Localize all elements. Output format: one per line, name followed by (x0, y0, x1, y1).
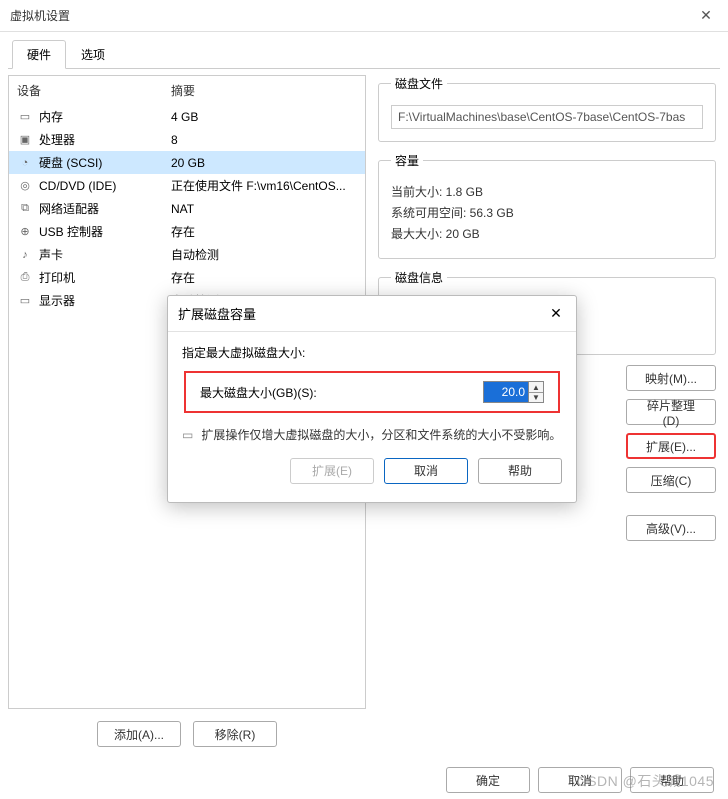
device-row[interactable]: ⎙ 打印机存在 (9, 266, 365, 289)
expand-dialog: 扩展磁盘容量 ✕ 指定最大虚拟磁盘大小: 最大磁盘大小(GB)(S): ▲ ▼ … (167, 295, 577, 503)
dialog-size-label: 最大磁盘大小(GB)(S): (200, 384, 317, 401)
disk-info-legend: 磁盘信息 (391, 269, 447, 286)
device-label: 内存 (39, 108, 171, 125)
device-label: 打印机 (39, 269, 171, 286)
size-spinner[interactable]: ▲ ▼ (483, 381, 544, 403)
tab-options[interactable]: 选项 (66, 40, 120, 69)
device-icon: ⊕ (17, 225, 33, 239)
dialog-title: 扩展磁盘容量 (178, 304, 546, 323)
device-label: 硬盘 (SCSI) (39, 154, 171, 171)
defrag-button[interactable]: 碎片整理(D) (626, 399, 716, 425)
spinner-down-icon[interactable]: ▼ (529, 392, 543, 402)
spinner-buttons: ▲ ▼ (528, 382, 543, 402)
device-row[interactable]: ▭ 内存4 GB (9, 105, 365, 128)
device-icon: ♪ (17, 248, 33, 262)
device-row[interactable]: ♪ 声卡自动检测 (9, 243, 365, 266)
close-icon[interactable]: ✕ (694, 7, 718, 24)
dialog-size-field: 最大磁盘大小(GB)(S): ▲ ▼ (184, 371, 560, 413)
left-button-row: 添加(A)... 移除(R) (8, 721, 366, 747)
spinner-up-icon[interactable]: ▲ (529, 382, 543, 392)
device-icon: ⎙ (17, 271, 33, 285)
remove-button[interactable]: 移除(R) (193, 721, 277, 747)
device-row[interactable]: ▣ 处理器8 (9, 128, 365, 151)
tab-hardware[interactable]: 硬件 (12, 40, 66, 69)
size-input[interactable] (484, 382, 528, 402)
device-row[interactable]: ◎ CD/DVD (IDE)正在使用文件 F:\vm16\CentOS... (9, 174, 365, 197)
tabs: 硬件 选项 (0, 32, 728, 69)
header-summary: 摘要 (171, 82, 195, 99)
advanced-button[interactable]: 高级(V)... (626, 515, 716, 541)
titlebar: 虚拟机设置 ✕ (0, 0, 728, 32)
expand-button[interactable]: 扩展(E)... (626, 433, 716, 459)
disk-file-path[interactable]: F:\VirtualMachines\base\CentOS-7base\Cen… (391, 105, 703, 129)
device-summary: 存在 (171, 223, 357, 240)
device-icon: ⧉ (17, 202, 33, 216)
device-summary: 20 GB (171, 156, 357, 170)
device-row[interactable]: ◔ 硬盘 (SCSI)20 GB (9, 151, 365, 174)
disk-file-group: 磁盘文件 F:\VirtualMachines\base\CentOS-7bas… (378, 75, 716, 142)
device-row[interactable]: ⧉ 网络适配器NAT (9, 197, 365, 220)
device-label: 声卡 (39, 246, 171, 263)
dialog-actions: 扩展(E) 取消 帮助 (182, 458, 562, 494)
dialog-note: ▭ 扩展操作仅增大虚拟磁盘的大小，分区和文件系统的大小不受影响。 (182, 427, 562, 444)
device-summary: 4 GB (171, 110, 357, 124)
footer-buttons: 确定 取消 帮助 (446, 767, 714, 793)
device-label: USB 控制器 (39, 223, 171, 240)
device-summary: 存在 (171, 269, 357, 286)
device-label: 网络适配器 (39, 200, 171, 217)
dialog-body: 指定最大虚拟磁盘大小: 最大磁盘大小(GB)(S): ▲ ▼ ▭ 扩展操作仅增大… (168, 332, 576, 502)
device-label: CD/DVD (IDE) (39, 179, 171, 193)
dialog-instruction: 指定最大虚拟磁盘大小: (182, 344, 562, 361)
help-button[interactable]: 帮助 (630, 767, 714, 793)
capacity-legend: 容量 (391, 152, 423, 169)
device-summary: 8 (171, 133, 357, 147)
dialog-close-icon[interactable]: ✕ (546, 305, 566, 322)
dialog-note-text: 扩展操作仅增大虚拟磁盘的大小，分区和文件系统的大小不受影响。 (201, 427, 561, 444)
device-icon: ▭ (17, 294, 33, 308)
cancel-button[interactable]: 取消 (538, 767, 622, 793)
device-list-header: 设备 摘要 (9, 76, 365, 105)
add-button[interactable]: 添加(A)... (97, 721, 181, 747)
map-button[interactable]: 映射(M)... (626, 365, 716, 391)
dialog-help-button[interactable]: 帮助 (478, 458, 562, 484)
dialog-cancel-button[interactable]: 取消 (384, 458, 468, 484)
compact-button[interactable]: 压缩(C) (626, 467, 716, 493)
device-row[interactable]: ⊕ USB 控制器存在 (9, 220, 365, 243)
window-title: 虚拟机设置 (10, 7, 694, 24)
device-summary: NAT (171, 202, 357, 216)
dialog-expand-button: 扩展(E) (290, 458, 374, 484)
ok-button[interactable]: 确定 (446, 767, 530, 793)
capacity-group: 容量 当前大小: 1.8 GB 系统可用空间: 56.3 GB 最大大小: 20… (378, 152, 716, 259)
info-icon: ▭ (182, 427, 193, 444)
header-device: 设备 (17, 82, 171, 99)
capacity-current: 当前大小: 1.8 GB (391, 183, 703, 200)
device-icon: ◎ (17, 179, 33, 193)
capacity-free: 系统可用空间: 56.3 GB (391, 204, 703, 221)
device-label: 处理器 (39, 131, 171, 148)
device-summary: 自动检测 (171, 246, 357, 263)
device-summary: 正在使用文件 F:\vm16\CentOS... (171, 177, 357, 194)
capacity-max: 最大大小: 20 GB (391, 225, 703, 242)
dialog-titlebar: 扩展磁盘容量 ✕ (168, 296, 576, 332)
disk-file-legend: 磁盘文件 (391, 75, 447, 92)
device-icon: ▭ (17, 110, 33, 124)
device-icon: ▣ (17, 133, 33, 147)
device-label: 显示器 (39, 292, 171, 309)
device-icon: ◔ (17, 156, 33, 170)
